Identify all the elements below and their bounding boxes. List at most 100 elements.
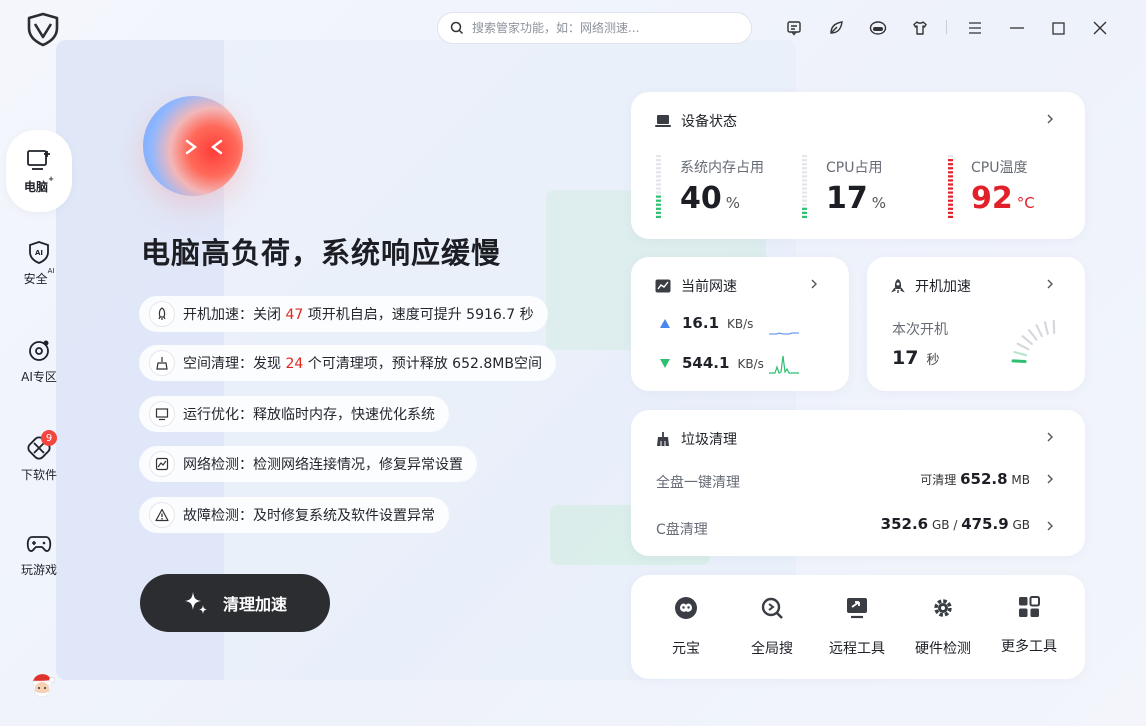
- grid-apps-icon: [1019, 596, 1040, 617]
- download-speed: 544.1 KB/s: [660, 354, 764, 372]
- issue-boot-speed[interactable]: 开机加速：关闭 47 项开机自启，速度可提升 5916.7 秒: [139, 296, 548, 332]
- nav-item-games[interactable]: 玩游戏: [6, 533, 72, 578]
- full-clean-value: 可清理 652.8 MB: [920, 470, 1030, 488]
- network-speed-card[interactable]: 当前网速 16.1 KB/s 544.1 KB/s: [631, 257, 849, 391]
- chevron-right-icon[interactable]: [1045, 114, 1055, 124]
- hardware-gear-icon: [934, 599, 952, 617]
- device-status-card[interactable]: 设备状态 系统内存占用 40% CPU占用 17% CPU温度 92 °C: [631, 92, 1085, 239]
- level-segment: [948, 163, 953, 166]
- nav-label: 下软件: [20, 468, 57, 482]
- level-segment: [656, 175, 661, 178]
- issue-run-optimize[interactable]: 运行优化：释放临时内存，快速优化系统: [139, 396, 449, 432]
- app-window: 电脑+ AI 安全AI AI专区 9 下软件 玩游戏 电脑高负荷，系统响应缓慢: [0, 0, 1146, 726]
- nav-sup: +: [48, 174, 54, 183]
- level-segment: [656, 207, 661, 210]
- memory-level-bar: [656, 155, 661, 218]
- network-title: 当前网速: [681, 279, 737, 295]
- chevron-right-icon[interactable]: [1045, 432, 1055, 442]
- upload-speed: 16.1 KB/s: [660, 314, 753, 332]
- gamepad-mini-icon[interactable]: [864, 14, 892, 42]
- level-segment: [948, 179, 953, 182]
- issue-space-clean[interactable]: 空间清理：发现 24 个可清理项，预计释放 652.8MB空间: [139, 345, 556, 381]
- c-drive-separator: /: [953, 518, 958, 532]
- c-drive-used-unit: GB: [931, 518, 950, 532]
- nav-item-computer[interactable]: 电脑+: [6, 130, 72, 212]
- tool-more[interactable]: 更多工具: [994, 596, 1064, 656]
- level-segment: [802, 167, 807, 170]
- monitor-icon: [149, 401, 175, 427]
- search-input[interactable]: [472, 21, 742, 35]
- chevron-right-icon[interactable]: [809, 279, 819, 289]
- minimize-icon[interactable]: [1003, 14, 1031, 42]
- boot-unit: 秒: [926, 353, 940, 368]
- chevron-right-icon[interactable]: [1045, 474, 1055, 484]
- temperature-metric: CPU温度 92 °C: [971, 157, 1035, 216]
- issue-text: 运行优化：释放临时内存，快速优化系统: [183, 407, 435, 423]
- gauge-tick: [1043, 321, 1049, 335]
- issue-text: 空间清理：发现: [183, 356, 286, 372]
- level-segment: [948, 159, 953, 162]
- nav-item-download[interactable]: 9 下软件: [6, 430, 72, 483]
- rocket-icon: [891, 279, 905, 293]
- junk-clean-card[interactable]: 垃圾清理 全盘一键清理 可清理 652.8 MB C盘清理 352.6 GB /…: [631, 410, 1085, 556]
- full-clean-label[interactable]: 全盘一键清理: [656, 472, 740, 492]
- gauge-tick: [1021, 335, 1033, 346]
- feedback-icon[interactable]: [780, 14, 808, 42]
- download-unit: KB/s: [737, 357, 764, 371]
- c-drive-clean-label[interactable]: C盘清理: [656, 519, 708, 539]
- warning-icon: [149, 502, 175, 528]
- tool-label: 远程工具: [829, 641, 885, 657]
- junk-title: 垃圾清理: [681, 432, 737, 448]
- level-segment: [802, 195, 807, 198]
- full-clean-prefix: 可清理: [920, 473, 957, 487]
- download-value: 544.1: [682, 354, 730, 372]
- level-segment: [948, 183, 953, 186]
- chevron-right-icon[interactable]: [1045, 521, 1055, 531]
- menu-icon[interactable]: [961, 14, 989, 42]
- gauge-tick: [1035, 324, 1043, 338]
- tool-label: 更多工具: [1001, 639, 1057, 655]
- issue-text-suffix: 项开机自启，速度可提升 5916.7 秒: [303, 307, 534, 323]
- nav-item-security[interactable]: AI 安全AI: [6, 240, 72, 287]
- memory-metric: 系统内存占用 40%: [680, 157, 764, 216]
- boot-speed-card[interactable]: 开机加速 本次开机 17 秒: [867, 257, 1085, 391]
- level-segment: [948, 175, 953, 178]
- level-segment: [656, 191, 661, 194]
- ai-shield-icon: AI: [29, 241, 49, 264]
- tool-yuanbao[interactable]: 元宝: [651, 596, 721, 658]
- tool-remote[interactable]: 远程工具: [822, 596, 892, 658]
- clean-accelerate-button[interactable]: 清理加速: [140, 574, 330, 632]
- level-segment: [802, 171, 807, 174]
- full-clean-amount: 652.8: [960, 470, 1008, 488]
- level-segment: [802, 163, 807, 166]
- level-segment: [656, 199, 661, 202]
- maximize-icon[interactable]: [1044, 14, 1072, 42]
- gauge-tick: [1013, 350, 1028, 357]
- level-segment: [948, 199, 953, 202]
- broom-icon: [657, 432, 669, 446]
- level-segment: [656, 215, 661, 218]
- tool-label: 元宝: [672, 641, 700, 657]
- level-segment: [802, 179, 807, 182]
- laptop-icon: [655, 115, 671, 127]
- memory-unit: %: [725, 194, 741, 212]
- boot-title: 开机加速: [915, 279, 971, 295]
- nav-label: 安全: [23, 272, 48, 286]
- nav-item-ai-zone[interactable]: AI专区: [6, 338, 72, 385]
- temperature-value: 92: [971, 181, 1013, 216]
- level-segment: [802, 175, 807, 178]
- network-chart-icon: [149, 451, 175, 477]
- search-box[interactable]: [437, 12, 752, 44]
- leaf-icon[interactable]: [822, 14, 850, 42]
- tool-hardware-check[interactable]: 硬件检测: [908, 596, 978, 658]
- chevron-right-icon[interactable]: [1045, 279, 1055, 289]
- cpu-level-bar: [802, 155, 807, 218]
- level-segment: [948, 167, 953, 170]
- tool-global-search[interactable]: 全局搜: [737, 596, 807, 658]
- shirt-icon[interactable]: [906, 14, 934, 42]
- santa-avatar-icon[interactable]: [28, 670, 56, 700]
- close-icon[interactable]: [1086, 14, 1114, 42]
- level-segment: [948, 187, 953, 190]
- issue-network-check[interactable]: 网络检测：检测网络连接情况，修复异常设置: [139, 446, 477, 482]
- issue-fault-check[interactable]: 故障检测：及时修复系统及软件设置异常: [139, 497, 449, 533]
